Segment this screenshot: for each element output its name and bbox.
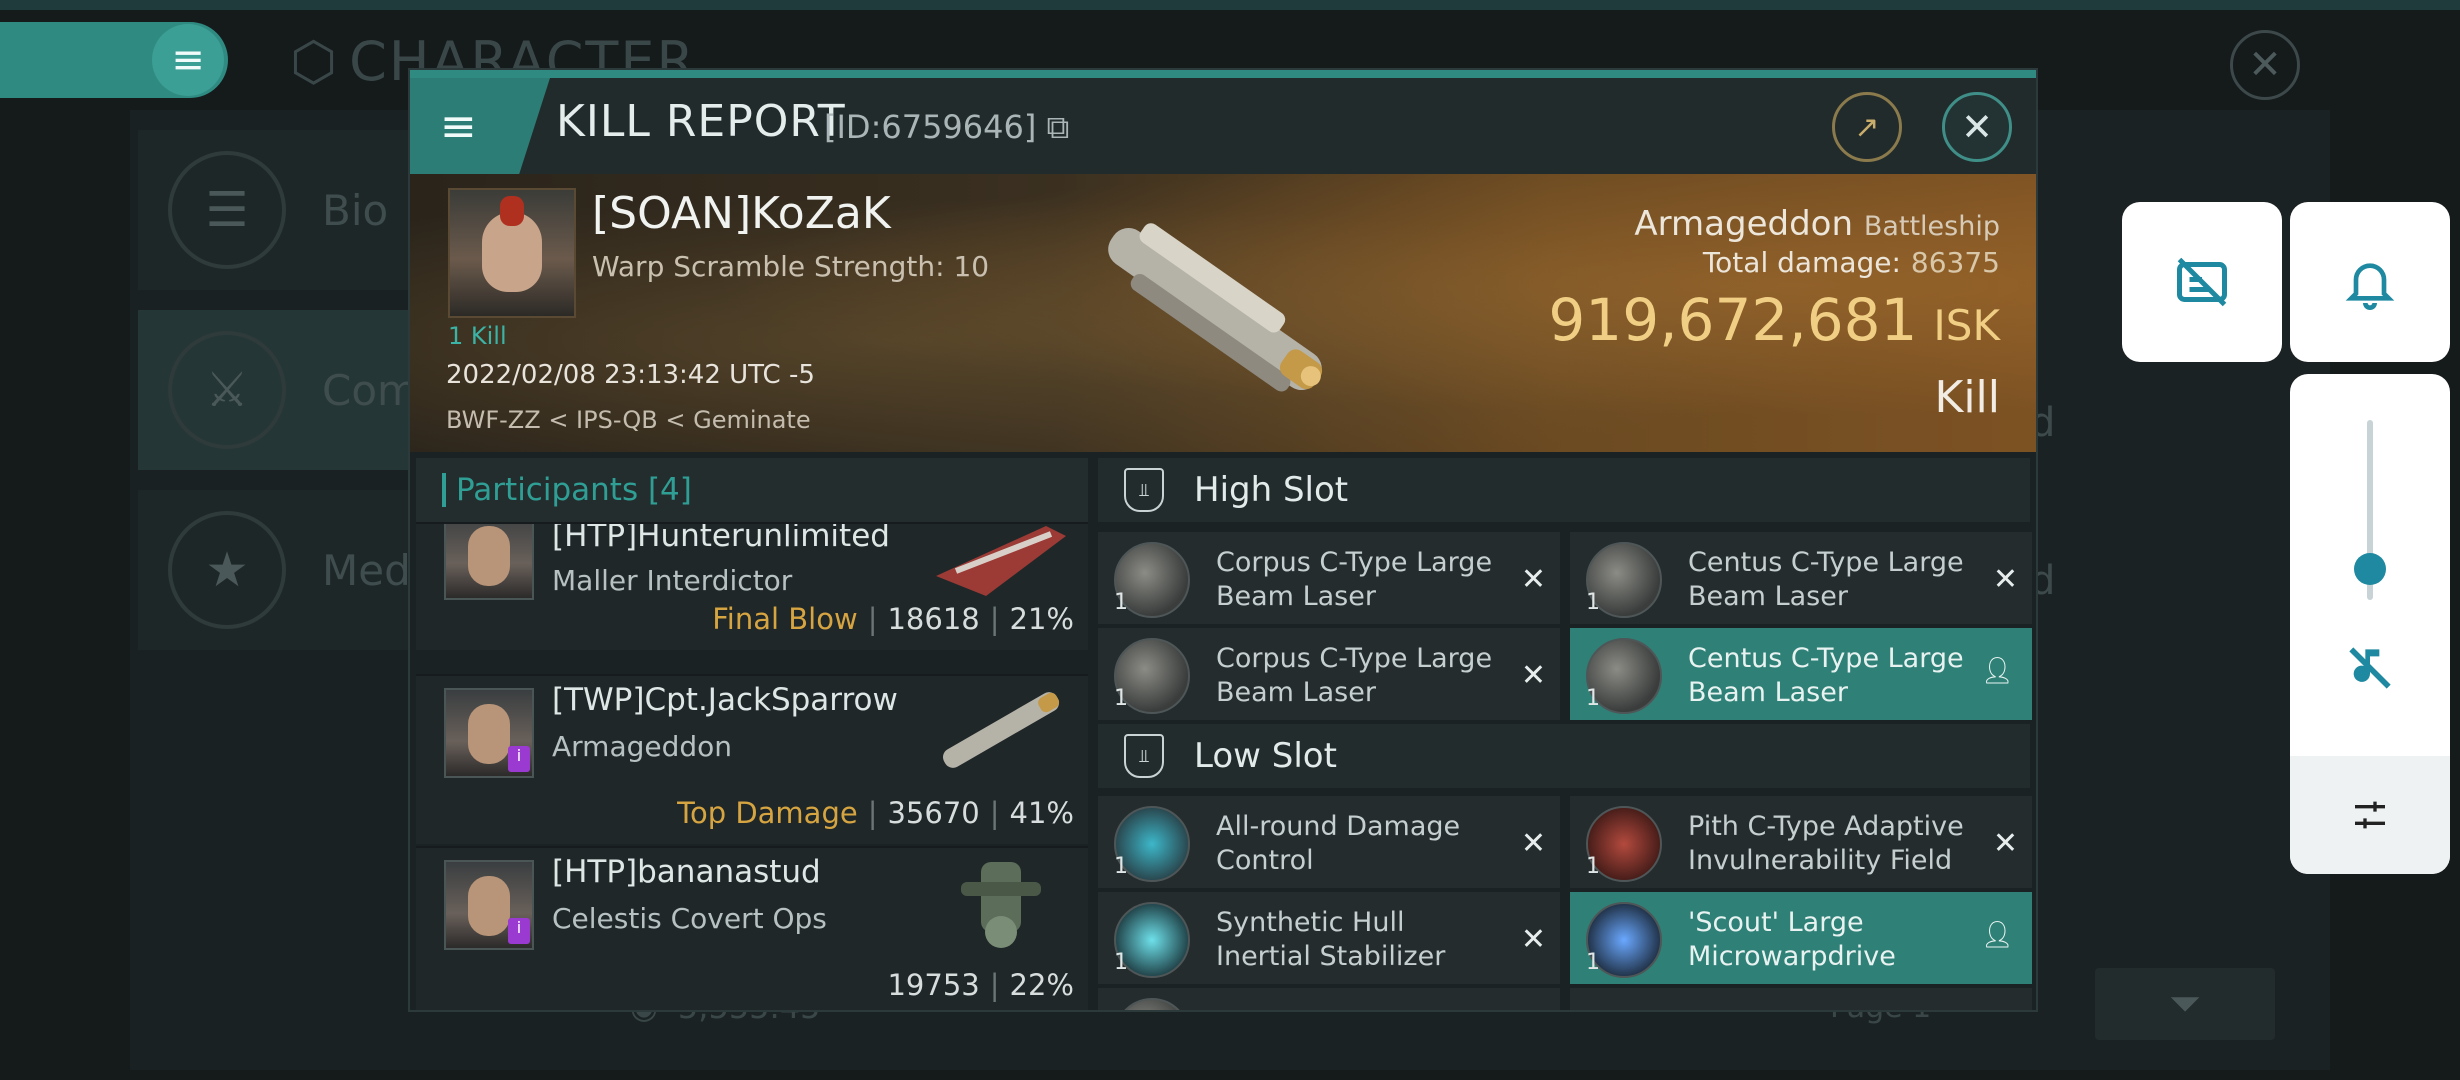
music-off-icon[interactable] xyxy=(2342,640,2398,696)
star-icon: ★ xyxy=(168,511,286,629)
modal-accent-line xyxy=(410,70,2036,78)
modal-header: ≡ KILL REPORT [ID:6759646] ⧉ ↗ ✕ xyxy=(410,78,2036,174)
participant-ship-image[interactable] xyxy=(926,522,1076,606)
destroyed-icon: ✕ xyxy=(1992,562,2018,597)
filter-icon: ⏷ xyxy=(2169,981,2201,1027)
destroyed-icon: ✕ xyxy=(1520,826,1546,861)
victim-portrait[interactable] xyxy=(448,188,576,318)
dropped-person-icon: 👤︎ xyxy=(1980,656,2014,686)
module-item[interactable]: 1 All-round Damage Control ✕ xyxy=(1098,796,1560,888)
captions-off-button[interactable] xyxy=(2122,202,2282,362)
destroyed-icon: ✕ xyxy=(1520,658,1546,693)
header-accent-bar xyxy=(442,473,446,507)
victim-banner: [SOAN]KoZaK Warp Scramble Strength: 10 1… xyxy=(410,174,2036,452)
dropped-person-icon: 👤︎ xyxy=(1980,920,2014,950)
participant-ship: Armageddon xyxy=(552,730,733,763)
module-item-partial[interactable] xyxy=(1098,988,1560,1010)
destroyed-icon: ✕ xyxy=(1520,922,1546,957)
alliance-tag-icon: i xyxy=(508,918,530,944)
module-item[interactable]: 1 Corpus C-Type Large Beam Laser ✕ xyxy=(1098,628,1560,720)
participant-name[interactable]: [TWP]Cpt.JackSparrow xyxy=(552,682,898,718)
vitruvian-icon: ⬡ xyxy=(290,30,340,93)
module-item[interactable]: 1 Corpus C-Type Large Beam Laser ✕ xyxy=(1098,532,1560,624)
close-icon: ✕ xyxy=(1961,105,1993,149)
module-item-partial[interactable] xyxy=(1570,988,2032,1010)
hamburger-icon: ≡ xyxy=(440,100,477,152)
sound-settings-button[interactable] xyxy=(2290,756,2450,874)
participant-row[interactable]: i [TWP]Cpt.JackSparrow Armageddon Top Da… xyxy=(416,674,1088,844)
alliance-tag-icon: i xyxy=(508,746,530,772)
sliders-icon xyxy=(2355,801,2385,829)
victim-name[interactable]: [SOAN]KoZaK xyxy=(592,188,891,239)
modal-title: KILL REPORT xyxy=(556,96,846,147)
close-icon: ✕ xyxy=(2248,42,2282,88)
victim-ship[interactable]: Armageddon Battleship xyxy=(1634,204,2000,244)
participant-ship-image[interactable] xyxy=(926,852,1076,952)
kill-report-id[interactable]: [ID:6759646] ⧉ xyxy=(824,108,1069,147)
total-damage: Total damage: 86375 xyxy=(1702,246,2000,279)
share-button[interactable]: ↗ xyxy=(1832,92,1902,162)
kill-report-modal: ≡ KILL REPORT [ID:6759646] ⧉ ↗ ✕ [SOAN]K… xyxy=(408,68,2038,1012)
participant-row[interactable]: i [HTP]bananastud Celestis Covert Ops | … xyxy=(416,846,1088,1010)
participant-stats: | 19753| 22% xyxy=(887,968,1074,1002)
participant-avatar[interactable]: i xyxy=(444,688,534,778)
participant-stats: Top Damage | 35670 | 41% xyxy=(677,796,1074,830)
hamburger-icon: ≡ xyxy=(171,37,205,83)
destroyed-icon: ✕ xyxy=(1992,826,2018,861)
victim-kill-count[interactable]: 1 Kill xyxy=(448,322,507,350)
module-item[interactable]: 1 Pith C-Type Adaptive Invulnerability F… xyxy=(1570,796,2032,888)
volume-slider-knob[interactable] xyxy=(2354,553,2386,586)
module-item[interactable]: 1 'Scout' Large Microwarpdrive 👤︎ xyxy=(1570,892,2032,984)
module-item[interactable]: 1 Centus C-Type Large Beam Laser 👤︎ xyxy=(1570,628,2032,720)
participant-ship-image[interactable] xyxy=(926,680,1076,780)
portrait-hair xyxy=(500,196,524,226)
captions-off-icon xyxy=(2177,257,2227,307)
close-button[interactable]: ✕ xyxy=(1942,92,2012,162)
isk-loss-value: 919,672,681 ISK xyxy=(1548,286,2000,354)
notifications-button[interactable] xyxy=(2290,202,2450,362)
high-slot-header: ⫫ High Slot xyxy=(1098,458,2030,522)
modal-menu-button[interactable]: ≡ xyxy=(410,78,550,174)
victim-ship-image[interactable] xyxy=(1070,194,1360,424)
volume-panel xyxy=(2290,374,2450,874)
module-item[interactable]: 1 Centus C-Type Large Beam Laser ✕ xyxy=(1570,532,2032,624)
low-slot-icon: ⫫ xyxy=(1124,734,1164,778)
low-slot-header: ⫫ Low Slot xyxy=(1098,724,2030,788)
kill-datetime: 2022/02/08 23:13:42 UTC -5 xyxy=(446,360,815,390)
kill-result-label: Kill xyxy=(1934,372,2000,423)
module-item[interactable]: 1 Synthetic Hull Inertial Stabilizer ✕ xyxy=(1098,892,1560,984)
high-slot-icon: ⫫ xyxy=(1124,468,1164,512)
participant-avatar[interactable]: i xyxy=(444,860,534,950)
bg-close-button[interactable]: ✕ xyxy=(2230,30,2300,100)
participant-ship: Maller Interdictor xyxy=(552,564,793,597)
participant-name[interactable]: [HTP]bananastud xyxy=(552,854,821,890)
top-strip xyxy=(0,0,2460,10)
participant-row[interactable]: [HTP]Hunterunlimited Maller Interdictor … xyxy=(416,522,1088,650)
warp-scramble-strength: Warp Scramble Strength: 10 xyxy=(592,250,990,283)
copy-icon[interactable]: ⧉ xyxy=(1036,108,1070,146)
module-icon xyxy=(1114,998,1190,1010)
share-icon: ↗ xyxy=(1854,109,1880,145)
bio-icon: ☰ xyxy=(168,151,286,269)
bell-icon xyxy=(2345,263,2395,310)
participant-ship: Celestis Covert Ops xyxy=(552,902,827,935)
volume-slider[interactable] xyxy=(2354,420,2386,600)
kill-location[interactable]: BWF-ZZ < IPS-QB < Geminate xyxy=(446,406,811,434)
participant-stats: Final Blow | 18618 | 21% xyxy=(712,602,1074,636)
participants-header[interactable]: Participants [4] xyxy=(416,458,1088,522)
bg-menu-button[interactable]: ≡ xyxy=(152,24,224,96)
destroyed-icon: ✕ xyxy=(1520,562,1546,597)
bg-filter-button[interactable]: ⏷ xyxy=(2095,968,2275,1040)
participant-avatar[interactable] xyxy=(444,524,534,600)
participant-name[interactable]: [HTP]Hunterunlimited xyxy=(552,524,890,554)
crossed-swords-icon: ⚔ xyxy=(168,331,286,449)
